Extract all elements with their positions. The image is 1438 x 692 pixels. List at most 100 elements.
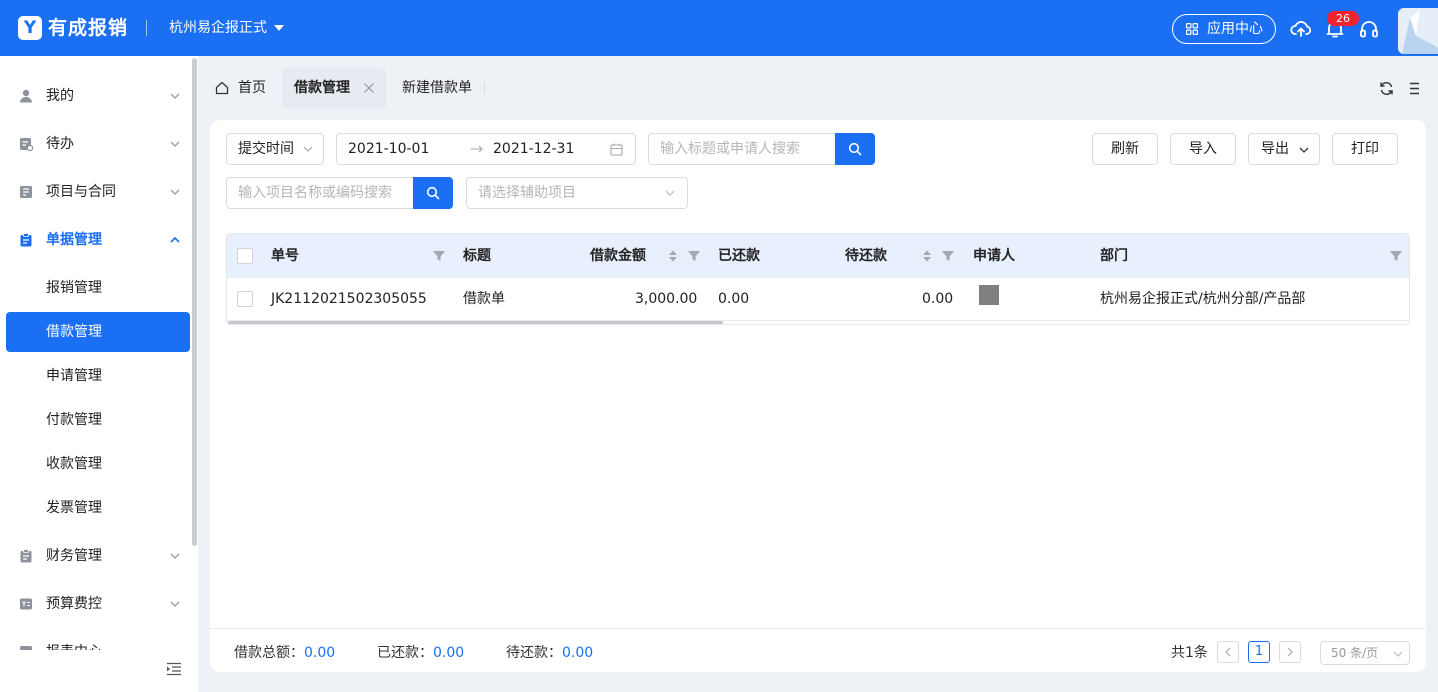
grid-icon [1186, 23, 1198, 35]
sidebar-sub-receipt[interactable]: 收款管理 [0, 444, 192, 484]
table-footer: 借款总额： 0.00 已还款： 0.00 待还款： 0.00 共1条 1 50 … [210, 628, 1426, 672]
table-row[interactable]: JK2112021502305055 借款单 3,000.00 0.00 0.0… [227, 278, 1409, 321]
sidebar-sub-reimbursement[interactable]: 报销管理 [0, 268, 192, 308]
brand-name[interactable]: 有成报销 [48, 16, 128, 40]
chevron-down-icon [170, 553, 180, 559]
sidebar-item-label: 我的 [46, 88, 74, 104]
col-repaid[interactable]: 已还款 [718, 246, 760, 266]
repaid-label: 已还款： [377, 645, 433, 661]
sidebar-item-mine[interactable]: 我的 [0, 76, 192, 116]
tab-separator [484, 81, 485, 95]
sidebar-item-projects[interactable]: 项目与合同 [0, 172, 192, 212]
app-logo[interactable]: Y [18, 16, 42, 40]
sidebar-item-label: 项目与合同 [46, 184, 116, 200]
sidebar-item-finance[interactable]: 财务管理 [0, 536, 192, 576]
sidebar-sub-invoice[interactable]: 发票管理 [0, 488, 192, 528]
date-range-picker[interactable]: 2021-10-01 2021-12-31 [336, 133, 636, 165]
select-all-checkbox[interactable] [237, 248, 253, 264]
sidebar-item-reports[interactable]: 报表中心 [0, 632, 192, 650]
prev-page-button[interactable] [1217, 641, 1239, 663]
date-start-input[interactable]: 2021-10-01 [348, 134, 429, 164]
table-horizontal-scrollbar[interactable] [228, 321, 723, 324]
tab-label: 新建借款单 [402, 80, 472, 96]
sidebar-sub-loan[interactable]: 借款管理 [6, 312, 190, 352]
tab-home[interactable]: 首页 [214, 68, 266, 108]
app-center-button[interactable]: 应用中心 [1172, 14, 1276, 44]
sidebar-sub-label: 借款管理 [46, 324, 102, 340]
budget-icon [20, 598, 32, 610]
tab-new-loan[interactable]: 新建借款单 [402, 68, 472, 108]
export-label: 导出 [1261, 141, 1289, 157]
next-page-button[interactable] [1279, 641, 1301, 663]
collapse-menu-icon[interactable] [166, 662, 182, 676]
col-applicant[interactable]: 申请人 [973, 246, 1015, 266]
search-icon [426, 186, 440, 200]
filter-icon[interactable] [941, 249, 955, 263]
export-button[interactable]: 导出 [1248, 133, 1320, 165]
sort-icon[interactable] [666, 249, 680, 263]
cell-department: 杭州易企报正式/杭州分部/产品部 [1100, 291, 1306, 307]
sidebar-item-label: 单据管理 [46, 232, 102, 248]
aux-project-select[interactable]: 请选择辅助项目 [466, 177, 688, 209]
tab-loan-management[interactable]: 借款管理 [282, 68, 386, 108]
sidebar-item-documents[interactable]: 单据管理 [0, 220, 192, 260]
pagination-total: 共1条 [1171, 645, 1208, 661]
avatar-image [1398, 8, 1438, 54]
headset-icon[interactable] [1358, 18, 1380, 40]
page-number-button[interactable]: 1 [1248, 641, 1270, 663]
sidebar-item-label: 报表中心 [46, 642, 102, 650]
sidebar-scrollbar[interactable] [192, 58, 197, 546]
more-menu-icon[interactable] [1408, 82, 1420, 95]
sidebar-sub-payment[interactable]: 付款管理 [0, 400, 192, 440]
filter-icon[interactable] [687, 249, 701, 263]
total-loan-label: 借款总额： [234, 645, 304, 661]
sidebar-item-label: 财务管理 [46, 548, 102, 564]
chevron-down-icon [1393, 651, 1403, 657]
cloud-upload-icon[interactable] [1290, 18, 1312, 40]
row-checkbox[interactable] [237, 291, 253, 307]
aux-project-placeholder: 请选择辅助项目 [478, 185, 576, 201]
title-search-button[interactable] [835, 133, 875, 165]
caret-down-icon[interactable] [274, 25, 284, 31]
chevron-down-icon [170, 601, 180, 607]
sidebar-item-todo[interactable]: 待办 [0, 124, 192, 164]
import-button[interactable]: 导入 [1170, 133, 1236, 165]
col-department[interactable]: 部门 [1100, 246, 1128, 266]
filter-icon[interactable] [1389, 249, 1403, 263]
company-switcher[interactable]: 杭州易企报正式 [169, 18, 267, 38]
col-pending[interactable]: 待还款 [845, 246, 887, 266]
project-icon [20, 186, 32, 198]
project-search-input[interactable]: 输入项目名称或编码搜索 [226, 177, 416, 209]
sidebar-sub-label: 付款管理 [46, 412, 102, 428]
print-button[interactable]: 打印 [1332, 133, 1398, 165]
refresh-button[interactable]: 刷新 [1092, 133, 1158, 165]
col-number[interactable]: 单号 [271, 246, 299, 266]
arrow-right-icon [471, 145, 483, 153]
sidebar-sub-application[interactable]: 申请管理 [0, 356, 192, 396]
sidebar-sub-label: 收款管理 [46, 456, 102, 472]
close-icon[interactable] [363, 82, 375, 94]
finance-icon [20, 549, 32, 563]
title-search-input[interactable]: 输入标题或申请人搜索 [648, 133, 838, 165]
filter-icon[interactable] [432, 249, 446, 263]
project-search-button[interactable] [413, 177, 453, 209]
user-avatar[interactable] [1398, 8, 1438, 54]
page-size-select[interactable]: 50 条/页 [1320, 641, 1410, 665]
date-end-input[interactable]: 2021-12-31 [493, 134, 574, 164]
sidebar-sub-label: 发票管理 [46, 500, 102, 516]
col-title[interactable]: 标题 [463, 246, 491, 266]
pending-value: 0.00 [562, 645, 594, 661]
cell-pending: 0.00 [922, 291, 954, 307]
calendar-icon[interactable] [610, 143, 623, 156]
cell-number[interactable]: JK2112021502305055 [271, 289, 427, 309]
search-icon [848, 142, 862, 156]
chevron-up-icon [170, 236, 180, 243]
sort-icon[interactable] [920, 249, 934, 263]
report-icon [20, 646, 32, 650]
time-type-select[interactable]: 提交时间 [226, 133, 324, 165]
sidebar-item-budget[interactable]: 预算费控 [0, 584, 192, 624]
col-loan-amount[interactable]: 借款金额 [590, 246, 646, 266]
page-size-value: 50 条/页 [1331, 646, 1379, 660]
refresh-tabs-icon[interactable] [1379, 81, 1394, 96]
document-icon [20, 233, 32, 247]
